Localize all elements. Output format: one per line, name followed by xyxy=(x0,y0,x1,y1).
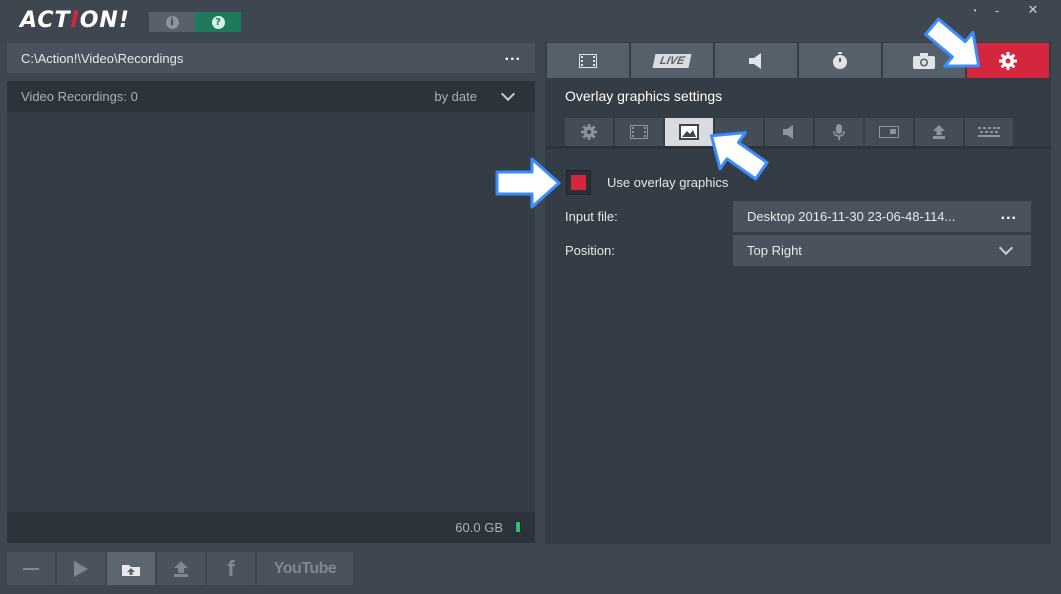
image-icon xyxy=(679,124,699,140)
gear-icon xyxy=(581,124,597,140)
minimize-icon: - xyxy=(994,2,1000,18)
subtab-video[interactable] xyxy=(615,118,663,146)
upload-arrow-icon xyxy=(174,560,188,577)
annotation-arrow-overlay-subtab-icon xyxy=(700,122,772,184)
stopwatch-icon xyxy=(833,51,847,69)
position-select[interactable]: Top Right xyxy=(733,235,1031,266)
recordings-count: Video Recordings: 0 xyxy=(21,89,138,104)
tab-live[interactable]: LIVE xyxy=(631,43,713,78)
recordings-path-bar[interactable]: C:\Action!\Video\Recordings ... xyxy=(7,43,535,73)
sort-chevron-down-icon[interactable] xyxy=(500,86,516,102)
subtab-hotkeys[interactable] xyxy=(965,118,1013,146)
close-button[interactable]: ✕ xyxy=(1014,0,1052,20)
use-overlay-checkbox[interactable] xyxy=(566,170,591,195)
gear-icon xyxy=(999,51,1017,70)
keyboard-icon xyxy=(978,127,1000,137)
checkbox-checked-mark xyxy=(571,175,586,190)
window-icon xyxy=(879,126,899,138)
recordings-path: C:\Action!\Video\Recordings xyxy=(21,50,184,66)
logo-text-main: ACT xyxy=(20,8,71,33)
logo-text-end: ON! xyxy=(79,8,130,33)
browse-path-button[interactable]: ... xyxy=(505,47,521,65)
help-icon: ? xyxy=(211,15,225,29)
open-folder-button[interactable] xyxy=(107,552,155,585)
subtab-microphone[interactable] xyxy=(815,118,863,146)
speaker-icon xyxy=(749,52,761,69)
subtab-general[interactable] xyxy=(565,118,613,146)
film-icon xyxy=(630,125,648,139)
storage-free: 60.0 GB xyxy=(455,520,503,535)
browse-file-button[interactable]: ... xyxy=(1001,206,1017,224)
delete-button[interactable] xyxy=(7,552,55,585)
recordings-list[interactable] xyxy=(7,112,535,512)
youtube-icon: YouTube xyxy=(273,559,337,577)
microphone-icon xyxy=(833,124,845,140)
logo-text-accent: I xyxy=(70,8,80,33)
film-icon xyxy=(579,53,597,68)
annotation-arrow-settings-icon xyxy=(920,14,990,79)
action-logo: ACTION! xyxy=(20,8,130,34)
minus-icon xyxy=(23,567,39,570)
input-file-label: Input file: xyxy=(565,209,618,224)
tab-video[interactable] xyxy=(547,43,629,78)
storage-bar: 60.0 GB xyxy=(7,512,535,543)
folder-upload-icon xyxy=(122,564,140,576)
play-button[interactable] xyxy=(57,552,105,585)
upload-button[interactable] xyxy=(157,552,205,585)
info-icon: i xyxy=(165,15,179,29)
section-title: Overlay graphics settings xyxy=(565,88,723,104)
subtab-audio[interactable] xyxy=(765,118,813,146)
chevron-down-icon xyxy=(998,240,1014,256)
tab-benchmark[interactable] xyxy=(799,43,881,78)
storage-indicator-icon xyxy=(515,521,521,533)
youtube-button[interactable]: YouTube xyxy=(257,552,353,585)
subtab-upload[interactable] xyxy=(915,118,963,146)
facebook-button[interactable]: f xyxy=(207,552,255,585)
live-icon: LIVE xyxy=(652,53,692,68)
facebook-icon: f xyxy=(227,555,235,581)
close-icon: ✕ xyxy=(1027,2,1039,17)
position-label: Position: xyxy=(565,243,615,258)
recordings-list-header: Video Recordings: 0 by date xyxy=(7,81,535,112)
help-button[interactable]: ? xyxy=(195,12,241,32)
upload-arrow-icon xyxy=(933,125,945,139)
sort-label[interactable]: by date xyxy=(434,89,477,104)
input-file-field[interactable]: Desktop 2016-11-30 23-06-48-114... ... xyxy=(733,201,1031,232)
speaker-icon xyxy=(783,125,793,139)
tab-audio[interactable] xyxy=(715,43,797,78)
play-icon xyxy=(74,560,88,577)
input-file-value: Desktop 2016-11-30 23-06-48-114... xyxy=(747,209,956,224)
subtab-divider xyxy=(547,146,1051,149)
annotation-arrow-checkbox-icon xyxy=(494,154,562,212)
subtab-window[interactable] xyxy=(865,118,913,146)
position-value: Top Right xyxy=(747,243,802,258)
info-button[interactable]: i xyxy=(149,12,195,32)
